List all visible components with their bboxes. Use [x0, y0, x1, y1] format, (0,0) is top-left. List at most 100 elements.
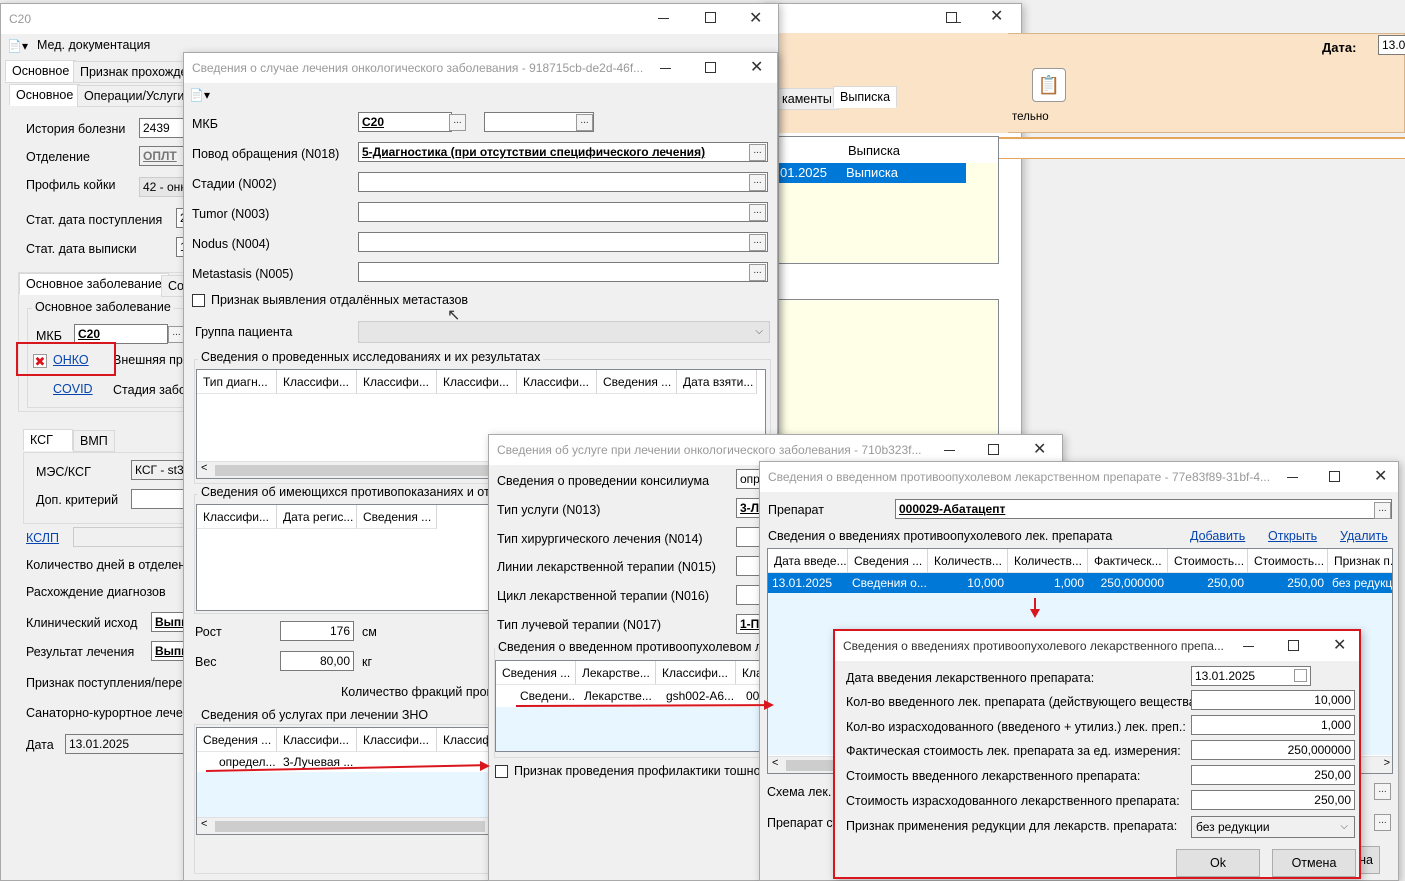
grid-header[interactable]: Классифи...	[517, 370, 597, 394]
nodus-input[interactable]	[358, 232, 768, 252]
intro-cost-input[interactable]: 250,00	[1191, 765, 1355, 785]
distant-checkbox[interactable]	[192, 294, 205, 307]
grid-header[interactable]: Дата регис...	[277, 505, 357, 529]
minimize-icon[interactable]	[1243, 646, 1254, 647]
intro-cost2-input[interactable]: 250,00	[1191, 790, 1355, 810]
reason-input[interactable]: 5-Диагностика (при отсутствии специфичес…	[358, 142, 768, 162]
maximize-icon[interactable]	[705, 62, 716, 73]
grid-header[interactable]: Сведения ...	[197, 728, 277, 752]
close-icon[interactable]: ✕	[1374, 466, 1387, 486]
table-cell[interactable]: 250,00	[1168, 573, 1248, 593]
table-cell[interactable]: gsh002-A6...	[662, 686, 736, 706]
grid-header[interactable]: Классифи...	[656, 661, 736, 685]
minimize-icon[interactable]	[658, 18, 669, 19]
close-icon[interactable]: ✕	[1333, 635, 1346, 655]
tab-passage[interactable]: Признак прохожде	[73, 61, 195, 83]
prep-input[interactable]: 000029-Абатацепт	[895, 499, 1392, 519]
intro-reduct-select[interactable]: без редукции ⌵	[1191, 816, 1355, 838]
open-link[interactable]: Открыть	[1268, 529, 1317, 543]
chevron-left-icon[interactable]: <	[772, 757, 778, 769]
doc-menu-icon[interactable]: 📄▾	[7, 39, 28, 53]
history-input[interactable]: 2439	[139, 118, 189, 138]
add-link[interactable]: Добавить	[1190, 529, 1245, 543]
table-cell[interactable]: 13.01.2025	[768, 573, 848, 593]
calendar-checkbox[interactable]	[1294, 669, 1307, 682]
grid-header[interactable]: Классифи...	[197, 505, 277, 529]
stage-n002-input[interactable]	[358, 172, 768, 192]
minimize-icon[interactable]	[660, 68, 671, 69]
grid-header[interactable]: Лекарстве...	[576, 661, 656, 685]
maximize-icon[interactable]	[1288, 640, 1299, 651]
maximize-icon[interactable]	[1329, 471, 1340, 482]
prophy-checkbox[interactable]	[495, 765, 508, 778]
tumor-input[interactable]	[358, 202, 768, 222]
onco-mkb2-dots[interactable]: ...	[576, 114, 593, 131]
close-icon[interactable]: ✕	[749, 8, 762, 28]
table-cell[interactable]: 1,000	[1008, 573, 1088, 593]
reason-dots[interactable]: ...	[749, 144, 766, 161]
stage-n002-dots[interactable]: ...	[749, 174, 766, 191]
scheme-dots[interactable]: ...	[1374, 783, 1391, 800]
tab-main-disease[interactable]: Основное заболевание	[19, 273, 169, 295]
tab-main[interactable]: Основное	[5, 60, 77, 82]
mes-input[interactable]: КСГ - st3	[131, 460, 191, 480]
bg-date-input[interactable]: 13.0	[1378, 35, 1405, 55]
grid-header[interactable]: Классифи...	[277, 728, 357, 752]
group-select[interactable]: ⌵	[358, 321, 770, 343]
grid-header[interactable]: Стоимость...	[1248, 549, 1328, 573]
tab-vmp[interactable]: ВМП	[73, 430, 115, 452]
table-cell[interactable]: Сведения о...	[848, 573, 928, 593]
bg-grid-cell-date[interactable]: 01.2025	[776, 163, 842, 183]
grid-header[interactable]: Сведения ...	[357, 505, 437, 529]
grid-header[interactable]: Стоимость...	[1168, 549, 1248, 573]
grid-header[interactable]: Тип диагн...	[197, 370, 277, 394]
onco-mkb-dots[interactable]: ...	[449, 114, 466, 131]
grid-header[interactable]: Сведения ...	[597, 370, 677, 394]
bg-tab-discharge[interactable]: Выписка	[833, 86, 898, 108]
kslp-link[interactable]: КСЛП	[26, 531, 59, 545]
chevron-right-icon[interactable]: >	[1384, 757, 1390, 769]
cancel-button[interactable]: Отмена	[1272, 849, 1356, 877]
subtab-operations[interactable]: Операции/Услуги	[77, 85, 192, 107]
menu-med-docs[interactable]: Мед. документация	[37, 38, 150, 52]
print-icon[interactable]: 📋	[1032, 68, 1066, 102]
close-icon[interactable]: ✕	[990, 6, 1003, 26]
onco-mkb-input[interactable]: C20	[358, 112, 452, 132]
grid-header[interactable]: Фактическ...	[1088, 549, 1168, 573]
grid-header[interactable]: Признак п...	[1328, 549, 1392, 573]
grid-header[interactable]: Классифи...	[357, 728, 437, 752]
doc-menu-icon[interactable]: 📄▾	[189, 88, 210, 102]
close-icon[interactable]: ✕	[750, 57, 763, 77]
close-icon[interactable]: ✕	[1033, 439, 1046, 459]
dept-input[interactable]: ОПЛТ	[139, 146, 189, 166]
nodus-dots[interactable]: ...	[749, 234, 766, 251]
crit-input[interactable]	[131, 489, 191, 509]
delete-link[interactable]: Удалить	[1340, 529, 1388, 543]
table-cell[interactable]: Сведени...	[516, 686, 576, 706]
intro-fact-input[interactable]: 250,000000	[1191, 740, 1355, 760]
maximize-icon[interactable]	[988, 444, 999, 455]
maximize-icon[interactable]	[705, 12, 716, 23]
table-cell[interactable]: 250,000000	[1088, 573, 1168, 593]
minimize-icon[interactable]	[944, 450, 955, 451]
meta-input[interactable]	[358, 262, 768, 282]
prep2-dots[interactable]: ...	[1374, 814, 1391, 831]
grid-header[interactable]: Количеств...	[928, 549, 1008, 573]
bg-tab-meds[interactable]: каменты	[775, 88, 839, 110]
covid-link[interactable]: COVID	[53, 382, 93, 396]
grid-header[interactable]: Классифи...	[277, 370, 357, 394]
ok-button[interactable]: Ok	[1176, 849, 1260, 877]
table-cell[interactable]: 250,00	[1248, 573, 1328, 593]
chevron-left-icon[interactable]: <	[201, 462, 207, 474]
main-date-input[interactable]: 13.01.2025	[65, 734, 190, 754]
maximize-icon[interactable]	[946, 12, 957, 23]
kslp-input[interactable]	[73, 527, 193, 547]
grid-header[interactable]: Сведения ...	[496, 661, 576, 685]
table-cell[interactable]: Лекарстве...	[580, 686, 656, 706]
prep-dots[interactable]: ...	[1374, 502, 1391, 519]
grid-header[interactable]: Классифи...	[357, 370, 437, 394]
chevron-left-icon[interactable]: <	[201, 818, 207, 830]
intro-spent-input[interactable]: 1,000	[1191, 715, 1355, 735]
bg-grid-cell-val[interactable]: Выписка	[842, 163, 966, 183]
subtab-main[interactable]: Основное	[9, 84, 81, 106]
